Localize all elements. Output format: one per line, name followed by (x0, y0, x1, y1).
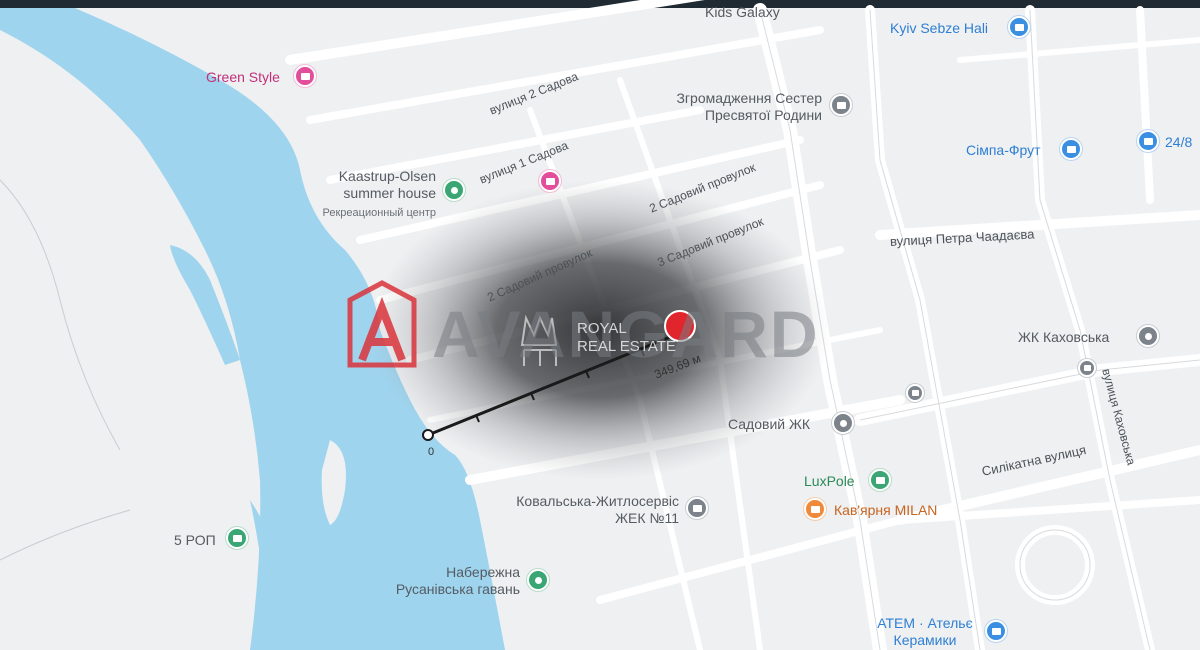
poi-label-church-1[interactable]: Згромадження Сестер (650, 90, 822, 106)
shopping-cart-icon[interactable] (1060, 138, 1082, 160)
poi-label-simpa-frut[interactable]: Сімпа-Фрут (966, 142, 1041, 158)
measure-start-point (422, 429, 434, 441)
watermark-sub-1: ROYAL (577, 320, 627, 337)
transit-icon[interactable] (906, 384, 924, 402)
poi-label-sadovyi-zhk[interactable]: Садовий ЖК (728, 416, 810, 432)
poi-label-kaastrup-sub: Рекреационный центр (322, 207, 436, 219)
tree-icon[interactable] (527, 569, 549, 591)
coffee-icon[interactable] (804, 498, 826, 520)
poi-label-luxpole[interactable]: LuxPole (804, 473, 855, 489)
poi-label-atem-1[interactable]: АТЕМ · Ательє (860, 615, 990, 631)
poi-label-kovalska-2[interactable]: ЖЕК №11 (482, 510, 679, 526)
poi-label-24-8[interactable]: 24/8 (1165, 134, 1192, 150)
poi-label-kaastrup-1[interactable]: Kaastrup-Olsen (316, 168, 436, 184)
shopping-bag-icon[interactable] (226, 527, 248, 549)
shopping-bag-icon[interactable] (985, 620, 1007, 642)
measure-start-label: 0 (428, 446, 435, 458)
watermark-sub-2: REAL ESTATE (577, 338, 676, 355)
building-icon[interactable] (686, 497, 708, 519)
poi-label-naberezhna-2[interactable]: Русанівська гавань (360, 581, 520, 597)
shopping-bag-icon[interactable] (294, 65, 316, 87)
shopping-bag-icon[interactable] (1137, 130, 1159, 152)
building-icon[interactable] (830, 94, 852, 116)
poi-label-green-style[interactable]: Green Style (206, 69, 280, 85)
map-pin-icon[interactable] (832, 412, 854, 434)
poi-label-atem-2[interactable]: Керамики (860, 632, 990, 648)
poi-label-zhk-kakhovska[interactable]: ЖК Каховська (1018, 329, 1109, 345)
poi-label-5-rop[interactable]: 5 РОП (174, 532, 216, 548)
map-view[interactable]: AVANGARD ROYAL REAL ESTATE 349,69 м 0 ву… (0, 0, 1200, 650)
poi-label-kovalska-1[interactable]: Ковальська-Житлосервіс (482, 493, 679, 509)
poi-label-naberezhna-1[interactable]: Набережна (360, 564, 520, 580)
map-pin-icon[interactable] (1137, 325, 1159, 347)
shopping-bag-icon[interactable] (539, 170, 561, 192)
poi-label-kaastrup-2[interactable]: summer house (316, 185, 436, 201)
shopping-bag-icon[interactable] (869, 469, 891, 491)
poi-label-kyiv-sebze-hali[interactable]: Kyiv Sebze Hali (890, 20, 988, 36)
poi-label-kids-galaxy[interactable]: Kids Galaxy (705, 4, 780, 20)
shopping-bag-icon[interactable] (1008, 16, 1030, 38)
poi-label-kavyarnya-milan[interactable]: Кав'ярня MILAN (834, 502, 937, 518)
poi-label-church-2[interactable]: Пресвятої Родини (650, 107, 822, 123)
transit-icon[interactable] (1078, 359, 1096, 377)
map-pin-icon[interactable] (443, 179, 465, 201)
